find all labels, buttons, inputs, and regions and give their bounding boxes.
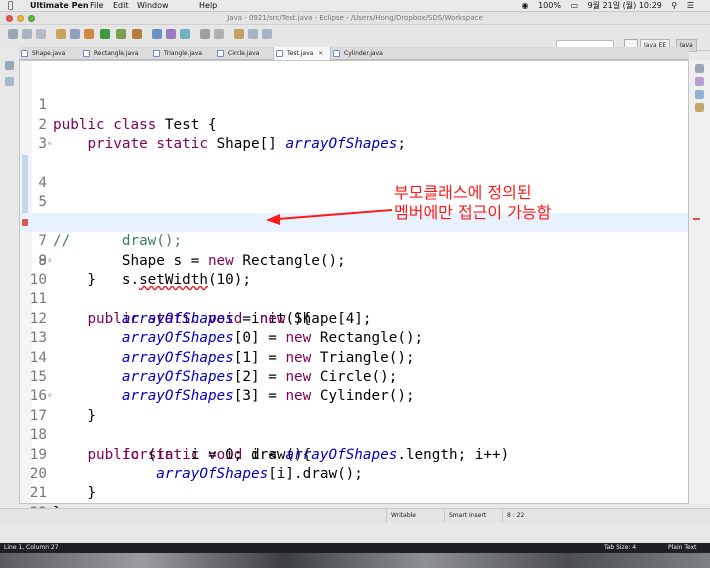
code-line[interactable]: 10 ⊖ public static void init(){ [20,252,688,327]
status-position: 8 : 22 [502,509,552,523]
code-line[interactable]: 13 arrayOfShapes[1] = new Triangle(); [20,310,688,365]
code-line[interactable]: 1 public class Test { [20,77,688,132]
tab-triangle[interactable]: Triangle.java [151,47,215,60]
fold-icon[interactable]: ⊖ [48,141,52,147]
code-line[interactable]: 5 // init(); [20,155,688,230]
java-file-icon [217,50,224,57]
annotation-line-1: 부모클래스에 정의된 [394,183,532,202]
minimize-window-button[interactable] [17,15,24,22]
open-type-icon[interactable] [56,29,66,39]
java-file-icon [153,50,160,57]
menu-help[interactable]: Help [199,0,217,11]
problems-icon[interactable] [695,90,704,99]
code-editor[interactable]: 1 public class Test { 2 private static S… [19,60,689,521]
run-icon[interactable] [100,29,110,39]
back-icon[interactable] [248,29,258,39]
mac-menu-bar:  Ultimate Pen File Edit Window Help ◉ 1… [0,0,710,12]
save-icon[interactable] [22,29,32,39]
debug-icon[interactable] [84,29,94,39]
editor-mode: Plain Text [668,544,697,551]
apple-icon[interactable]:  [8,0,13,11]
fold-icon[interactable]: ⊖ [48,257,52,264]
code-line[interactable]: 22 [20,484,688,521]
java-file-icon [83,50,90,57]
package-explorer-icon[interactable] [5,77,14,86]
clock[interactable]: 9월 21일 (월) 10:29 [588,1,662,10]
annotation-nav-icon[interactable] [234,29,244,39]
forward-icon[interactable] [262,29,272,39]
code-line[interactable]: 21 } [20,465,688,520]
search-icon[interactable]: ⚲ [671,1,677,10]
error-marker-icon[interactable] [22,218,28,226]
external-tools-icon[interactable] [132,29,142,39]
code-line[interactable]: 12 arrayOfShapes[0] = new Rectangle(); [20,290,688,346]
status-writable: Writable [386,509,444,523]
maximize-window-button[interactable] [28,15,35,22]
outline-icon[interactable] [695,64,704,73]
annotation-line-2: 멤버에만 접근이 가능함 [394,203,552,222]
annotation-note: 부모클래스에 정의된 멤버에만 접근이 가능함 [394,183,634,223]
restore-view-icon[interactable] [5,61,14,70]
code-line[interactable]: 4 ⊖ public static void main(String[] arg… [20,135,688,230]
menu-file[interactable]: File [90,0,103,11]
code-line[interactable]: 3 [20,116,688,152]
status-bar: Writable Smart Insert 8 : 22 [0,508,710,523]
outer-status-bar: Line 1, Column 27 Tab Size: 4 Plain Text [0,543,710,553]
list-icon[interactable]: ☰ [687,1,694,10]
new-class-icon[interactable] [180,29,190,39]
tab-circle[interactable]: Circle.java [215,47,273,60]
open-task-icon[interactable] [200,29,210,39]
print-icon[interactable] [36,29,46,39]
tab-size: Tab Size: 4 [604,544,637,551]
task-list-icon[interactable] [695,77,704,86]
java-file-icon [276,50,283,57]
menu-extras: ◉ 100% ▭ 9월 21일 (월) 10:29 ⚲ ☰ [515,0,694,11]
new-icon[interactable] [8,29,18,39]
close-tab-icon[interactable]: ✕ [318,50,323,57]
javadoc-icon[interactable] [695,103,704,112]
code-line[interactable]: 18 for(int i = 0; i < arrayOfShapes.leng… [20,407,688,462]
battery-icon[interactable]: ▭ [570,1,578,10]
code-line[interactable]: 11 arrayOfShapes = new Shape[4]; [20,271,688,326]
tab-test[interactable]: Test.java ✕ [273,47,331,60]
tab-shape[interactable]: Shape.java [19,47,81,60]
window-title-bar: Java - 0921/src/Test.java - Eclipse - /U… [0,12,710,25]
status-insert-mode: Smart Insert [444,509,502,523]
desktop-background [0,553,710,568]
menu-window[interactable]: Window [137,0,169,11]
code-line[interactable]: 9 } [20,232,688,288]
overview-ruler [689,60,710,504]
tab-rectangle[interactable]: Rectangle.java [81,47,151,60]
code-line[interactable]: 2 private static Shape[] arrayOfShapes; [20,96,688,152]
app-menu[interactable]: Ultimate Pen [30,0,89,11]
battery-text[interactable]: 100% [538,1,561,10]
new-java-project-icon[interactable] [152,29,162,39]
wifi-icon[interactable]: ◉ [522,1,529,10]
menu-edit[interactable]: Edit [113,0,129,11]
error-overview-marker[interactable] [693,218,700,220]
code-line[interactable]: 17 ⊖ public static void draw(){ [20,387,688,463]
code-line[interactable]: 19 arrayOfShapes[i].draw(); [20,426,688,482]
close-window-button[interactable] [6,15,13,22]
window-title: Java - 0921/src/Test.java - Eclipse - /U… [227,14,483,22]
code-line[interactable]: 20 } [20,446,688,501]
java-file-icon [333,50,340,57]
cursor-position: Line 1, Column 27 [4,544,59,551]
left-trim-stack [0,47,19,507]
editor-tabs: Shape.java Rectangle.java Triangle.java … [19,47,689,60]
web-browser-icon[interactable] [214,29,224,39]
code-line[interactable]: 14 arrayOfShapes[2] = new Circle(); [20,329,688,385]
search-tool-icon[interactable] [70,29,80,39]
tab-cylinder[interactable]: Cylinder.java [331,47,397,60]
coverage-icon[interactable] [116,29,126,39]
new-package-icon[interactable] [166,29,176,39]
java-file-icon [21,50,28,57]
code-line[interactable]: 16 } [20,368,688,423]
fold-icon[interactable]: ⊖ [48,393,52,399]
code-line[interactable]: 15 arrayOfShapes[3] = new Cylinder(); [20,349,688,404]
